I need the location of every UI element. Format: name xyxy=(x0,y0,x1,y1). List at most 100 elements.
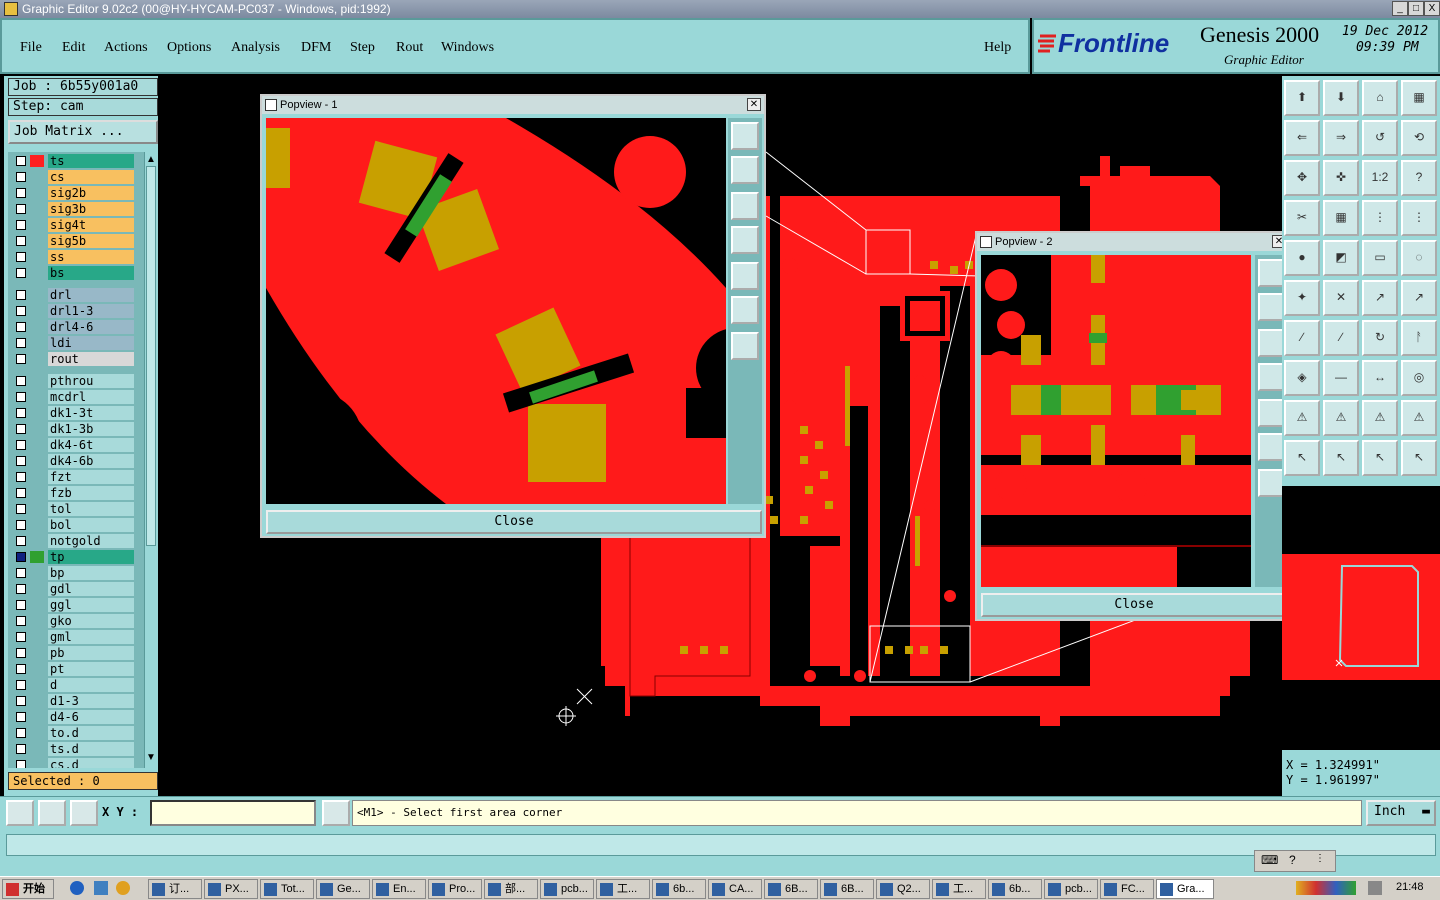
circle-icon[interactable]: ● xyxy=(1284,240,1320,276)
layer-row-d4-6[interactable]: d4-6 xyxy=(12,710,138,724)
layer-name[interactable]: to.d xyxy=(48,726,134,740)
text-icon[interactable]: ᚨ xyxy=(1401,320,1437,356)
layer-name[interactable]: sig4t xyxy=(48,218,134,232)
layer-checkbox[interactable] xyxy=(16,354,26,364)
layer-name[interactable]: ts.d xyxy=(48,742,134,756)
layer-row-drl4-6[interactable]: drl4-6 xyxy=(12,320,138,334)
move-up-icon[interactable]: ⬆ xyxy=(1284,80,1320,116)
layer-name[interactable]: drl1-3 xyxy=(48,304,134,318)
taskbar-item[interactable]: 6b... xyxy=(652,879,706,899)
layer-checkbox[interactable] xyxy=(16,392,26,402)
layer-checkbox[interactable] xyxy=(16,504,26,514)
layer-checkbox[interactable] xyxy=(16,440,26,450)
layer-checkbox[interactable] xyxy=(16,188,26,198)
node-icon[interactable]: ✦ xyxy=(1284,280,1320,316)
taskbar-item[interactable]: En... xyxy=(372,879,426,899)
layer-row-cs-d[interactable]: cs.d xyxy=(12,758,138,768)
layer-name[interactable]: drl4-6 xyxy=(48,320,134,334)
fill-icon[interactable]: ◩ xyxy=(1323,240,1359,276)
tray-icons[interactable] xyxy=(1296,881,1356,895)
layer-checkbox[interactable] xyxy=(16,760,26,768)
layer-checkbox[interactable] xyxy=(16,338,26,348)
layer-color-swatch[interactable] xyxy=(30,423,44,435)
layer-row-d[interactable]: d xyxy=(12,678,138,692)
layer-checkbox[interactable] xyxy=(16,290,26,300)
layer-row-drl1-3[interactable]: drl1-3 xyxy=(12,304,138,318)
line-b-icon[interactable]: ∕ xyxy=(1323,320,1359,356)
layer-checkbox[interactable] xyxy=(16,252,26,262)
layer-checkbox[interactable] xyxy=(16,456,26,466)
taskbar-item[interactable]: Pro... xyxy=(428,879,482,899)
taskbar-item[interactable]: 工... xyxy=(932,879,986,899)
layer-color-swatch[interactable] xyxy=(30,203,44,215)
layer-row-dk1-3t[interactable]: dk1-3t xyxy=(12,406,138,420)
layer-color-swatch[interactable] xyxy=(30,551,44,563)
import-icon[interactable]: ⇐ xyxy=(1284,120,1320,156)
layer-color-swatch[interactable] xyxy=(30,679,44,691)
layer-row-pthrou[interactable]: pthrou xyxy=(12,374,138,388)
taskbar-item[interactable]: PX... xyxy=(204,879,258,899)
cut-icon[interactable]: ✂ xyxy=(1284,200,1320,236)
layer-name[interactable]: mcdrl xyxy=(48,390,134,404)
layer-color-swatch[interactable] xyxy=(30,353,44,365)
layer-color-swatch[interactable] xyxy=(30,235,44,247)
layer-color-swatch[interactable] xyxy=(30,219,44,231)
layer-row-pb[interactable]: pb xyxy=(12,646,138,660)
layer-color-swatch[interactable] xyxy=(30,663,44,675)
layout-icon[interactable]: ▦ xyxy=(1401,80,1437,116)
layer-color-swatch[interactable] xyxy=(30,711,44,723)
layer-row-sig5b[interactable]: sig5b xyxy=(12,234,138,248)
help-icon[interactable]: ? xyxy=(1401,160,1437,196)
layer-color-swatch[interactable] xyxy=(30,187,44,199)
layer-name[interactable]: ss xyxy=(48,250,134,264)
menu-options[interactable]: Options xyxy=(167,40,211,56)
pop1-zoom-out-icon[interactable] xyxy=(731,332,759,360)
warn-c-icon[interactable]: ⚠ xyxy=(1362,400,1398,436)
layer-color-swatch[interactable] xyxy=(30,375,44,387)
rotate-icon[interactable]: ↻ xyxy=(1362,320,1398,356)
warn-a-icon[interactable]: ⚠ xyxy=(1284,400,1320,436)
layer-color-swatch[interactable] xyxy=(30,407,44,419)
layer-name[interactable]: rout xyxy=(48,352,134,366)
layer-checkbox[interactable] xyxy=(16,680,26,690)
export-icon[interactable]: ⇒ xyxy=(1323,120,1359,156)
layer-row-dk4-6t[interactable]: dk4-6t xyxy=(12,438,138,452)
menu-help[interactable]: Help xyxy=(984,40,1011,56)
scroll-thumb[interactable] xyxy=(146,166,156,546)
layer-row-tol[interactable]: tol xyxy=(12,502,138,516)
home-icon[interactable]: ⌂ xyxy=(1362,80,1398,116)
grid-icon[interactable]: ▦ xyxy=(1323,200,1359,236)
layer-name[interactable]: fzb xyxy=(48,486,134,500)
layer-name[interactable]: d4-6 xyxy=(48,710,134,724)
start-button[interactable]: 开始 xyxy=(2,879,54,899)
layer-color-swatch[interactable] xyxy=(30,503,44,515)
layer-color-swatch[interactable] xyxy=(30,305,44,317)
layer-row-dk4-6b[interactable]: dk4-6b xyxy=(12,454,138,468)
menu-actions[interactable]: Actions xyxy=(104,40,148,56)
layer-color-swatch[interactable] xyxy=(30,647,44,659)
layer-name[interactable]: sig3b xyxy=(48,202,134,216)
layer-color-swatch[interactable] xyxy=(30,471,44,483)
layer-color-swatch[interactable] xyxy=(30,439,44,451)
layer-color-swatch[interactable] xyxy=(30,759,44,768)
layer-checkbox[interactable] xyxy=(16,520,26,530)
layer-row-sig3b[interactable]: sig3b xyxy=(12,202,138,216)
layer-scrollbar[interactable]: ▲ ▼ xyxy=(144,152,158,768)
layer-checkbox[interactable] xyxy=(16,268,26,278)
menu-edit[interactable]: Edit xyxy=(62,40,85,56)
layer-checkbox[interactable] xyxy=(16,424,26,434)
keyboard-icon[interactable]: ⌨ xyxy=(1261,853,1278,867)
popview-1-canvas[interactable] xyxy=(266,118,726,504)
taskbar-item[interactable]: Ge... xyxy=(316,879,370,899)
language-bar[interactable]: ⌨ ? ⋮ xyxy=(1254,850,1336,872)
layer-name[interactable]: dk4-6t xyxy=(48,438,134,452)
layer-color-swatch[interactable] xyxy=(30,267,44,279)
popview-2-close-button[interactable]: Close xyxy=(981,593,1287,617)
layer-name[interactable]: drl xyxy=(48,288,134,302)
maximize-button[interactable]: □ xyxy=(1408,1,1424,16)
layer-color-swatch[interactable] xyxy=(30,455,44,467)
layer-checkbox[interactable] xyxy=(16,584,26,594)
layer-name[interactable]: pthrou xyxy=(48,374,134,388)
arrow-a-icon[interactable]: ↗ xyxy=(1362,280,1398,316)
layer-row-mcdrl[interactable]: mcdrl xyxy=(12,390,138,404)
